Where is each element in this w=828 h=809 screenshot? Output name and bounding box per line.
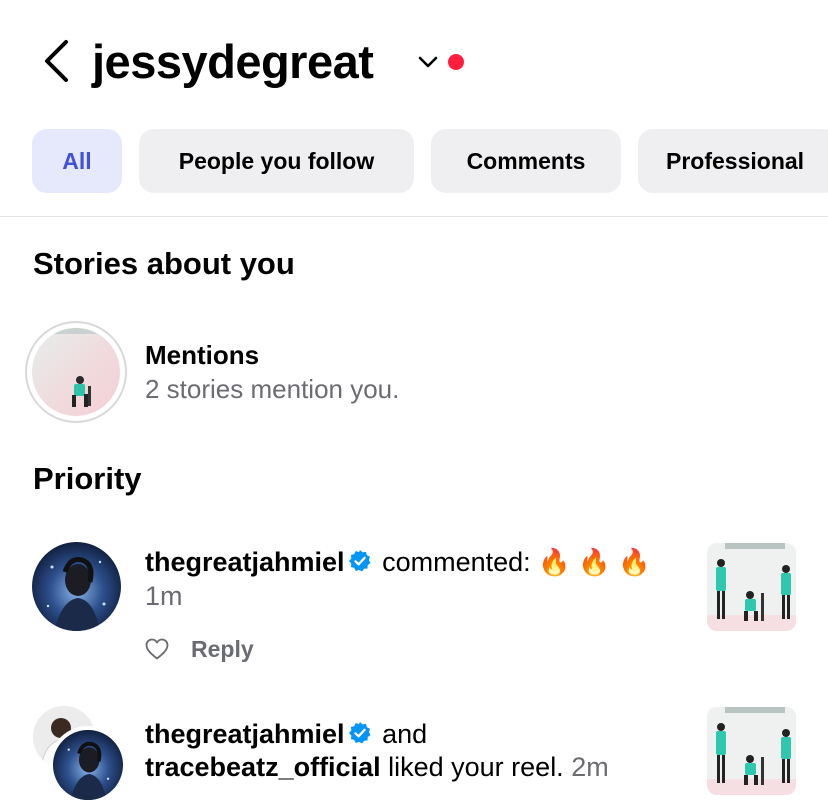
- heart-icon[interactable]: [145, 638, 169, 660]
- reply-button[interactable]: Reply: [191, 636, 254, 663]
- unread-dot: [448, 54, 464, 70]
- notification-connector: and: [382, 719, 428, 749]
- mentions-story-thumbnail: [32, 328, 120, 416]
- notification-username-2[interactable]: tracebeatz_official: [145, 752, 381, 782]
- mentions-avatar[interactable]: [25, 321, 127, 423]
- tab-people-you-follow[interactable]: People you follow: [139, 129, 414, 193]
- mentions-subtitle: 2 stories mention you.: [145, 374, 400, 404]
- reel-thumbnail[interactable]: [707, 707, 796, 795]
- notification-time: 2m: [571, 752, 609, 782]
- back-arrow-icon: [45, 40, 68, 82]
- fire-emoji: 🔥: [578, 548, 611, 578]
- verified-badge-icon: [348, 550, 371, 572]
- fire-emoji: 🔥: [538, 548, 571, 578]
- notification-action: commented:: [382, 547, 531, 577]
- verified-badge-icon: [348, 722, 371, 744]
- notification-username[interactable]: thegreatjahmiel: [145, 719, 345, 749]
- notification-text: thegreatjahmiel and tracebeatz_official …: [145, 718, 690, 784]
- account-switch-dropdown[interactable]: [416, 50, 440, 74]
- mentions-title[interactable]: Mentions: [145, 338, 259, 372]
- tab-all[interactable]: All: [32, 129, 122, 193]
- back-button[interactable]: [38, 38, 74, 84]
- stories-section-title: Stories about you: [33, 246, 295, 281]
- avatar-image: [32, 542, 121, 631]
- priority-section-title: Priority: [33, 461, 142, 496]
- reel-thumbnail[interactable]: [707, 543, 796, 631]
- header: jessydegreat: [0, 0, 828, 120]
- tab-comments[interactable]: Comments: [431, 129, 621, 193]
- reply-row: Reply: [145, 634, 254, 664]
- divider: [0, 216, 828, 217]
- notification-username[interactable]: thegreatjahmiel: [145, 547, 345, 577]
- reel-thumbnail-image: [707, 543, 796, 631]
- notification-action: liked your reel.: [388, 752, 564, 782]
- filter-tabs: All People you follow Comments Professio…: [32, 129, 828, 195]
- tab-professional[interactable]: Professional: [638, 129, 828, 193]
- reel-thumbnail-image: [707, 707, 796, 795]
- notification-time: 1m: [145, 581, 183, 611]
- chevron-down-icon: [418, 56, 438, 68]
- user-avatar[interactable]: [32, 542, 121, 631]
- account-username[interactable]: jessydegreat: [92, 34, 374, 90]
- avatar-image: [53, 730, 123, 800]
- user-avatar[interactable]: [49, 726, 127, 804]
- fire-emoji: 🔥: [617, 548, 651, 578]
- notification-text: thegreatjahmiel commented: 🔥 🔥 🔥 1m: [145, 546, 690, 613]
